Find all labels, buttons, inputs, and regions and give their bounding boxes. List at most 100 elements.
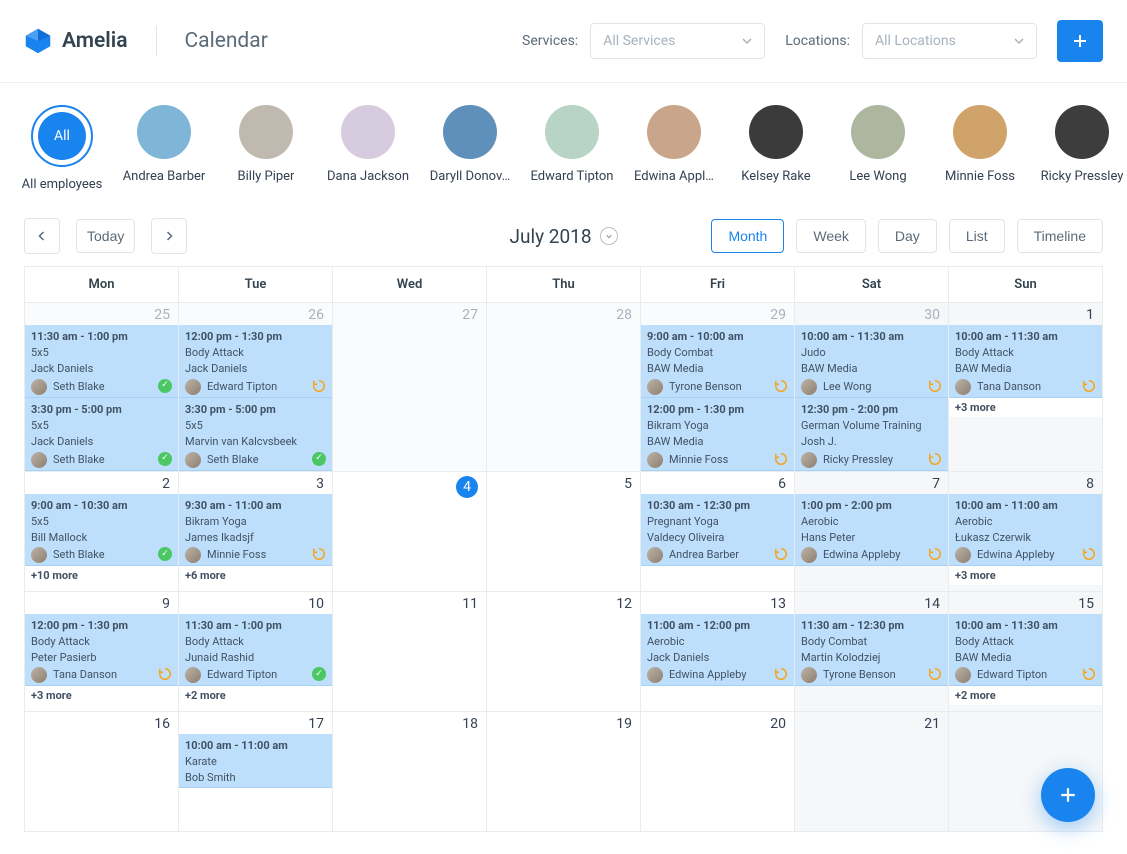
employee-filter-row: AllAll employees Andrea Barber Billy Piper… <box>0 83 1127 204</box>
more-link[interactable]: +3 more <box>949 398 1102 417</box>
dropdown-icon <box>600 227 618 245</box>
event[interactable]: 10:00 am - 11:30 amBody AttackBAW MediaT… <box>949 325 1102 398</box>
calendar-day-cell[interactable]: 2612:00 pm - 1:30 pmBody AttackJack Dani… <box>179 303 333 472</box>
calendar-day-cell[interactable]: 1011:30 am - 1:00 pmBody AttackJunaid Ra… <box>179 591 333 711</box>
calendar-day-cell[interactable]: 2511:30 am - 1:00 pm5x5Jack DanielsSeth … <box>25 303 179 472</box>
calendar-day-cell[interactable]: 21 <box>795 711 949 831</box>
event[interactable]: 11:00 am - 12:00 pmAerobicJack DanielsEd… <box>641 614 794 687</box>
view-month-button[interactable]: Month <box>711 219 784 253</box>
event[interactable]: 9:00 am - 10:30 am5x5Bill MallockSeth Bl… <box>25 494 178 567</box>
more-link[interactable]: +10 more <box>25 566 178 585</box>
event[interactable]: 12:00 pm - 1:30 pmBody AttackPeter Pasie… <box>25 614 178 687</box>
calendar-day-cell[interactable]: 610:30 am - 12:30 pmPregnant YogaValdecy… <box>641 471 795 591</box>
day-number: 17 <box>179 712 332 734</box>
event-provider-row: Tana Danson <box>31 667 172 683</box>
view-list-button[interactable]: List <box>949 219 1005 253</box>
event[interactable]: 10:30 am - 12:30 pmPregnant YogaValdecy … <box>641 494 794 567</box>
month-label: July 2018 <box>510 225 592 248</box>
view-timeline-button[interactable]: Timeline <box>1017 219 1103 253</box>
event-service: Body Attack <box>31 634 172 650</box>
add-button[interactable] <box>1057 20 1103 62</box>
prev-button[interactable] <box>24 218 60 254</box>
employee-item[interactable]: Edwina Appl… <box>636 105 712 184</box>
fab-add-button[interactable] <box>1041 768 1095 822</box>
calendar-day-cell[interactable]: 1311:00 am - 12:00 pmAerobicJack Daniels… <box>641 591 795 711</box>
calendar-day-cell[interactable]: 4 <box>333 471 487 591</box>
calendar-day-cell[interactable]: 20 <box>641 711 795 831</box>
calendar-day-cell[interactable]: 12 <box>487 591 641 711</box>
calendar-day-cell[interactable]: 1411:30 am - 12:30 pmBody CombatMartin K… <box>795 591 949 711</box>
event[interactable]: 11:30 am - 12:30 pmBody CombatMartin Kol… <box>795 614 948 687</box>
calendar-day-cell[interactable]: 19 <box>487 711 641 831</box>
employee-all[interactable]: AllAll employees <box>24 105 100 192</box>
avatar <box>185 667 201 683</box>
employee-item[interactable]: Daryll Donov… <box>432 105 508 184</box>
more-link[interactable]: +3 more <box>25 686 178 705</box>
employee-item[interactable]: Andrea Barber <box>126 105 202 184</box>
event[interactable]: 11:30 am - 1:00 pm5x5Jack DanielsSeth Bl… <box>25 325 178 398</box>
calendar-day-cell[interactable]: 18 <box>333 711 487 831</box>
event-client: Marvin van Kalcvsbeek <box>185 434 326 450</box>
chevron-down-icon <box>1014 36 1024 46</box>
calendar-day-cell[interactable]: 71:00 pm - 2:00 pmAerobicHans PeterEdwin… <box>795 471 949 591</box>
calendar-day-cell[interactable]: 29:00 am - 10:30 am5x5Bill MallockSeth B… <box>25 471 179 591</box>
event-service: Body Attack <box>185 634 326 650</box>
employee-item[interactable]: Ricky Pressley <box>1044 105 1120 184</box>
day-header: Mon <box>25 267 179 303</box>
event[interactable]: 12:00 pm - 1:30 pmBody AttackJack Daniel… <box>179 325 332 398</box>
more-link[interactable]: +3 more <box>949 566 1102 585</box>
status-recur-icon <box>158 667 172 681</box>
event[interactable]: 12:00 pm - 1:30 pmBikram YogaBAW MediaMi… <box>641 398 794 471</box>
calendar-day-cell[interactable]: 299:00 am - 10:00 amBody CombatBAW Media… <box>641 303 795 472</box>
month-selector[interactable]: July 2018 <box>510 225 618 248</box>
event[interactable]: 10:00 am - 11:30 amBody AttackBAW MediaE… <box>949 614 1102 687</box>
calendar-day-cell[interactable]: 110:00 am - 11:30 amBody AttackBAW Media… <box>949 303 1103 472</box>
day-header: Fri <box>641 267 795 303</box>
event[interactable]: 3:30 pm - 5:00 pm5x5Marvin van Kalcvsbee… <box>179 398 332 471</box>
calendar-day-cell[interactable]: 3010:00 am - 11:30 amJudoBAW MediaLee Wo… <box>795 303 949 472</box>
event-time: 10:00 am - 11:00 am <box>185 738 326 754</box>
calendar-day-cell[interactable]: 1510:00 am - 11:30 amBody AttackBAW Medi… <box>949 591 1103 711</box>
event[interactable]: 3:30 pm - 5:00 pm5x5Jack DanielsSeth Bla… <box>25 398 178 471</box>
status-check-icon: ✓ <box>158 379 172 393</box>
more-link[interactable]: +6 more <box>179 566 332 585</box>
event[interactable]: 11:30 am - 1:00 pmBody AttackJunaid Rash… <box>179 614 332 687</box>
employee-item[interactable]: Billy Piper <box>228 105 304 184</box>
calendar-day-cell[interactable]: 810:00 am - 11:00 amAerobicŁukasz Czerwi… <box>949 471 1103 591</box>
view-week-button[interactable]: Week <box>796 219 866 253</box>
calendar-day-cell[interactable]: 16 <box>25 711 179 831</box>
employee-item[interactable]: Kelsey Rake <box>738 105 814 184</box>
calendar-day-cell[interactable]: 27 <box>333 303 487 472</box>
event[interactable]: 9:00 am - 10:00 amBody CombatBAW MediaTy… <box>641 325 794 398</box>
event[interactable]: 10:00 am - 11:30 amJudoBAW MediaLee Wong <box>795 325 948 398</box>
calendar-day-cell[interactable]: 1710:00 am - 11:00 amKarateBob Smith <box>179 711 333 831</box>
calendar-day-cell[interactable]: 39:30 am - 11:00 amBikram YogaJames Ikad… <box>179 471 333 591</box>
employee-item[interactable]: Minnie Foss <box>942 105 1018 184</box>
event-service: Body Combat <box>647 345 788 361</box>
calendar-day-cell[interactable]: 912:00 pm - 1:30 pmBody AttackPeter Pasi… <box>25 591 179 711</box>
event[interactable]: 10:00 am - 11:00 amAerobicŁukasz Czerwik… <box>949 494 1102 567</box>
calendar-day-cell[interactable]: 5 <box>487 471 641 591</box>
event-provider: Lee Wong <box>823 379 871 395</box>
services-select[interactable]: All Services <box>590 23 765 59</box>
more-link[interactable]: +2 more <box>179 686 332 705</box>
calendar-day-cell[interactable]: 28 <box>487 303 641 472</box>
employee-item[interactable]: Dana Jackson <box>330 105 406 184</box>
event[interactable]: 12:30 pm - 2:00 pmGerman Volume Training… <box>795 398 948 471</box>
status-recur-icon <box>928 667 942 681</box>
event-service: 5x5 <box>31 345 172 361</box>
logo[interactable]: Amelia <box>24 27 128 55</box>
avatar <box>185 547 201 563</box>
event[interactable]: 9:30 am - 11:00 amBikram YogaJames Ikads… <box>179 494 332 567</box>
more-link[interactable]: +2 more <box>949 686 1102 705</box>
next-button[interactable] <box>151 218 187 254</box>
event-client: BAW Media <box>647 361 788 377</box>
event[interactable]: 1:00 pm - 2:00 pmAerobicHans PeterEdwina… <box>795 494 948 567</box>
locations-select[interactable]: All Locations <box>862 23 1037 59</box>
calendar-day-cell[interactable]: 11 <box>333 591 487 711</box>
view-day-button[interactable]: Day <box>878 219 937 253</box>
event[interactable]: 10:00 am - 11:00 amKarateBob Smith <box>179 734 332 789</box>
today-button[interactable]: Today <box>76 219 135 253</box>
employee-item[interactable]: Lee Wong <box>840 105 916 184</box>
employee-item[interactable]: Edward Tipton <box>534 105 610 184</box>
